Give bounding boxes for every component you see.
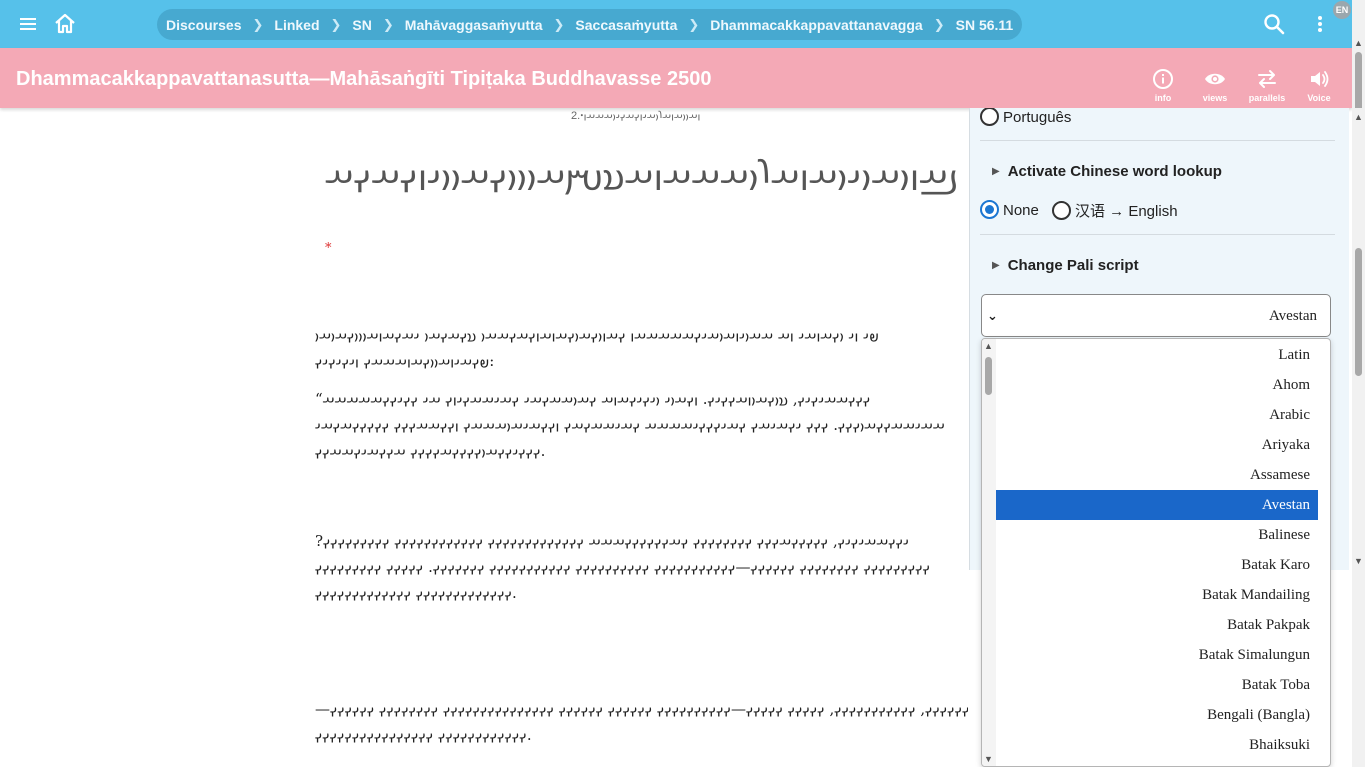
pali-script-select[interactable]: ⌄ Avestan xyxy=(981,294,1331,337)
scrollbar-thumb[interactable] xyxy=(1355,248,1362,376)
script-option-batak-mandailing[interactable]: Batak Mandailing xyxy=(996,580,1318,610)
script-option-assamese[interactable]: Assamese xyxy=(996,460,1318,490)
radio-button[interactable] xyxy=(1052,201,1071,220)
chevron-right-icon: ❯ xyxy=(382,16,394,32)
scroll-down-arrow-icon[interactable]: ▼ xyxy=(1354,556,1363,566)
info-button[interactable]: info xyxy=(1137,68,1189,104)
breadcrumb-item-mahavagga[interactable]: Mahāvaggasaṁyutta xyxy=(405,17,543,33)
script-option-latin[interactable]: Latin xyxy=(996,340,1318,370)
page-title: Dhammacakkappavattanasutta—Mahāsaṅgīti T… xyxy=(16,68,712,90)
script-option-batak-simalungun[interactable]: Batak Simalungun xyxy=(996,640,1318,670)
section-title: Change Pali script xyxy=(1007,257,1139,274)
paragraph: 𐬌𐬍𐬍𐬀𐬀𐬌𐬍𐬌𐬍, 𐬍𐬍𐬍𐬍𐬍𐬀𐬍𐬍𐬍 𐬍𐬍𐬍𐬍𐬍𐬍𐬍𐬍 𐬍𐬀𐬍𐬍𐬍𐬍𐬍𐬍𐬀𐬀… xyxy=(315,532,931,602)
breadcrumb-item-discourses[interactable]: Discourses xyxy=(166,17,241,33)
paragraph: “𐬍𐬍𐬍𐬀𐬀𐬌𐬍𐬌𐬍, 𐬯𐬎𐬍𐬀𐬎𐬥𐬀𐬍𐬍𐬌𐬍. 𐬥𐬍𐬀𐬎𐬌 𐬎𐬌𐬍𐬌𐬍𐬀𐬥𐬀 … xyxy=(315,390,945,460)
views-button[interactable]: views xyxy=(1189,68,1241,104)
chinese-lookup-section-toggle[interactable]: ▶ Activate Chinese word lookup xyxy=(992,163,1222,180)
top-app-bar: Discourses ❯ Linked ❯ SN ❯ Mahāvaggasaṁy… xyxy=(0,0,1365,48)
home-icon[interactable] xyxy=(51,10,79,38)
voice-label: Voice xyxy=(1307,93,1331,103)
script-option-ariyaka[interactable]: Ariyaka xyxy=(996,430,1318,460)
triangle-right-icon: ▶ xyxy=(992,260,1000,271)
eye-icon xyxy=(1205,73,1225,85)
chevron-right-icon: ❯ xyxy=(688,16,700,32)
info-label: info xyxy=(1154,93,1172,103)
script-option-arabic[interactable]: Arabic xyxy=(996,400,1318,430)
option-label: None xyxy=(1003,202,1039,219)
triangle-right-icon: ▶ xyxy=(992,166,1000,177)
script-option-batak-toba[interactable]: Batak Toba xyxy=(996,670,1318,700)
breadcrumb: Discourses ❯ Linked ❯ SN ❯ Mahāvaggasaṁy… xyxy=(157,9,1023,40)
parallels-button[interactable]: parallels xyxy=(1241,68,1293,104)
chevron-down-icon: ⌄ xyxy=(987,308,998,323)
panel-scrollbar[interactable]: ▲ ▼ xyxy=(1352,108,1365,570)
parallels-label: parallels xyxy=(1248,93,1286,103)
dropdown-scrollbar[interactable]: ▲ ▼ xyxy=(982,339,996,766)
note-marker[interactable]: * xyxy=(325,241,332,256)
script-option-batak-pakpak[interactable]: Batak Pakpak xyxy=(996,610,1318,640)
pali-script-dropdown-list[interactable]: ▲ ▼ Latin Ahom Arabic Ariyaka Assamese A… xyxy=(981,338,1331,767)
breadcrumb-item-current[interactable]: SN 56.11 xyxy=(956,17,1014,33)
sutta-text: 2.ꞏ𐬥𐬀𐬎𐬎𐬀𐬥𐬀𐬭𐬎𐬀𐬌𐬥𐬍𐬀𐬍𐬌𐬎𐬀𐬀𐬀𐬥 𐬠𐬀𐬥𐬎𐬀𐬎𐬌𐬎𐬀𐬥𐬀𐬭𐬎𐬀𐬀… xyxy=(0,108,968,767)
script-option-bhaiksuki[interactable]: Bhaiksuki xyxy=(996,730,1318,760)
breadcrumb-item-sn[interactable]: SN xyxy=(352,17,371,33)
option-label: 汉语 → English xyxy=(1075,203,1178,220)
info-icon xyxy=(1153,69,1173,89)
scroll-up-arrow-icon[interactable]: ▲ xyxy=(984,341,993,351)
views-label: views xyxy=(1202,93,1228,103)
scroll-down-arrow-icon[interactable]: ▼ xyxy=(984,754,993,764)
breadcrumb-item-vagga[interactable]: Dhammacakkappavattanavagga xyxy=(710,17,922,33)
paragraph: 𐬍𐬍𐬍𐬍𐬍𐬍, 𐬍𐬍𐬍𐬍𐬍𐬍𐬍𐬍𐬍𐬍𐬍, 𐬍𐬍𐬍𐬍𐬍 𐬍𐬍𐬍𐬍𐬍—𐬍𐬍𐬍𐬍𐬍𐬍𐬍… xyxy=(315,700,968,744)
selected-script: Avestan xyxy=(1268,308,1317,324)
script-option-avestan[interactable]: Avestan xyxy=(996,490,1318,520)
chinese-lookup-option-english[interactable]: 汉语 → English xyxy=(1052,200,1178,221)
breadcrumb-item-linked[interactable]: Linked xyxy=(274,17,319,33)
more-vert-icon[interactable] xyxy=(1306,10,1334,38)
pali-script-section-toggle[interactable]: ▶ Change Pali script xyxy=(992,257,1139,274)
parallels-icon xyxy=(1258,70,1276,88)
section-title: Activate Chinese word lookup xyxy=(1007,163,1222,180)
radio-button[interactable] xyxy=(980,108,999,126)
divider xyxy=(980,234,1335,235)
paragraph: 𐬞𐬌 𐬥𐬌 𐬎𐬍𐬀𐬥𐬀𐬌 𐬥𐬀 𐬀𐬀𐬎𐬌𐬥𐬀𐬎𐬀𐬌𐬍𐬀𐬀𐬀𐬀𐬀𐬥 𐬍𐬀𐬥𐬎𐬍𐬀𐬎… xyxy=(315,326,879,370)
sutta-heading: 𐬠𐬀𐬥𐬎𐬀𐬎𐬌𐬎𐬀𐬥𐬀𐬭𐬎𐬀𐬀𐬀𐬥𐬀𐬯𐬫𐬀𐬎𐬎𐬎𐬍𐬀𐬎𐬎𐬌𐬥𐬍𐬀𐬍𐬀 * xyxy=(325,138,968,286)
sutta-reference-line: 2.ꞏ𐬥𐬀𐬎𐬎𐬀𐬥𐬀𐬭𐬎𐬀𐬌𐬥𐬍𐬀𐬍𐬌𐬎𐬀𐬀𐬀𐬥 xyxy=(571,110,701,122)
breadcrumb-item-saccasamyutta[interactable]: Saccasaṁyutta xyxy=(575,17,677,33)
radio-button[interactable] xyxy=(980,200,999,219)
scroll-up-arrow-icon[interactable]: ▲ xyxy=(1354,112,1363,122)
language-badge[interactable]: EN xyxy=(1333,1,1351,19)
script-option-batak-karo[interactable]: Batak Karo xyxy=(996,550,1318,580)
scroll-up-arrow-icon[interactable]: ▲ xyxy=(1354,38,1363,48)
speaker-icon xyxy=(1311,71,1329,87)
language-option-portugues[interactable]: Português xyxy=(980,108,1071,126)
chevron-right-icon: ❯ xyxy=(933,16,945,32)
chevron-right-icon: ❯ xyxy=(252,16,264,32)
divider xyxy=(980,140,1335,141)
menu-icon[interactable] xyxy=(14,10,42,38)
script-option-bengali[interactable]: Bengali (Bangla) xyxy=(996,700,1318,730)
script-option-balinese[interactable]: Balinese xyxy=(996,520,1318,550)
chinese-lookup-option-none[interactable]: None xyxy=(980,200,1039,219)
chevron-right-icon: ❯ xyxy=(553,16,565,32)
option-label: Português xyxy=(1003,109,1072,126)
sutta-heading-text: 𐬠𐬀𐬥𐬎𐬀𐬎𐬌𐬎𐬀𐬥𐬀𐬭𐬎𐬀𐬀𐬀𐬥𐬀𐬯𐬫𐬀𐬎𐬎𐬎𐬍𐬀𐬎𐬎𐬌𐬥𐬍𐬀𐬍𐬀 xyxy=(325,154,959,195)
voice-button[interactable]: Voice xyxy=(1293,68,1345,104)
script-option-ahom[interactable]: Ahom xyxy=(996,370,1318,400)
title-bar: Dhammacakkappavattanasutta—Mahāsaṅgīti T… xyxy=(0,48,1352,108)
chevron-right-icon: ❯ xyxy=(330,16,342,32)
scrollbar-thumb[interactable] xyxy=(985,357,992,395)
search-icon[interactable] xyxy=(1260,10,1288,38)
